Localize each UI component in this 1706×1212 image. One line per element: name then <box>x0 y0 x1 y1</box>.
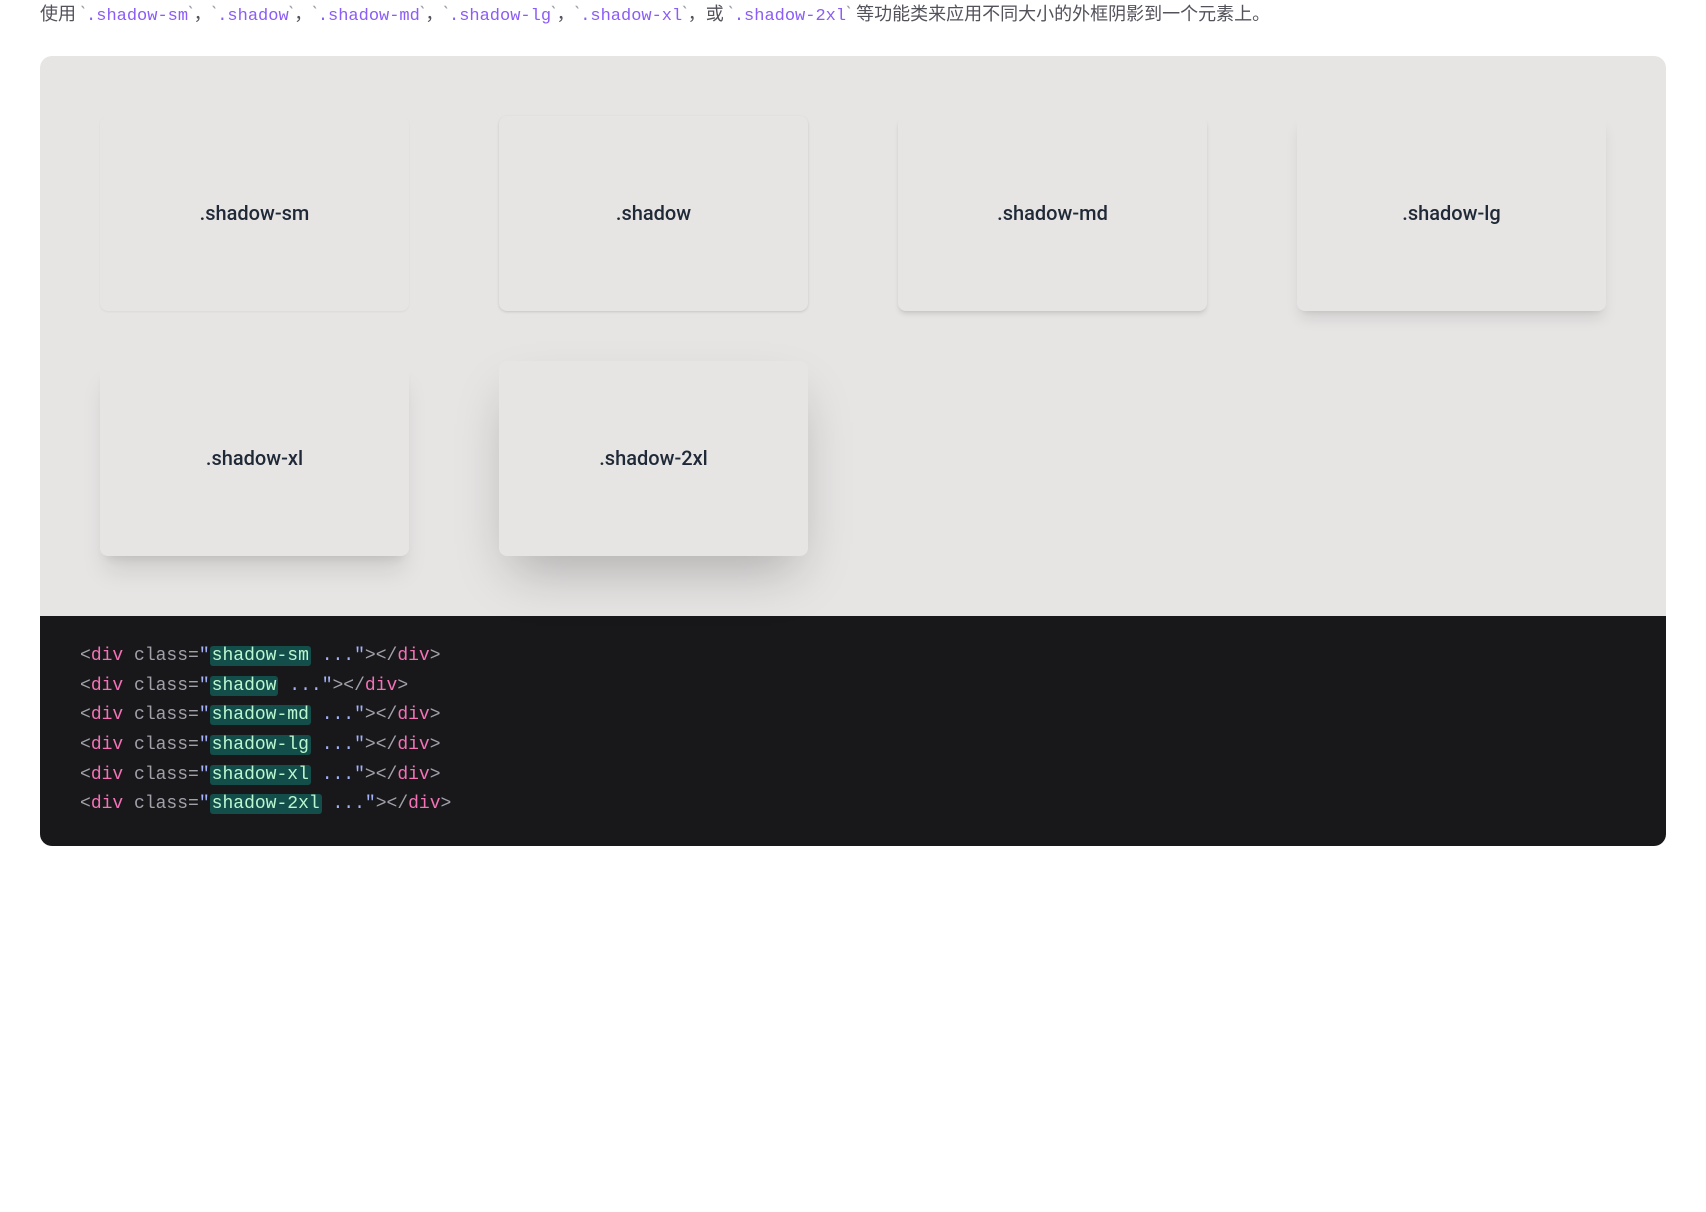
card-shadow-md: .shadow-md <box>898 116 1207 311</box>
card-label: .shadow-xl <box>206 441 303 475</box>
card-label: .shadow <box>616 196 691 230</box>
code-line: <div class="shadow-sm ..."></div> <box>80 642 1626 672</box>
card-shadow: .shadow <box>499 116 808 311</box>
card-shadow-sm: .shadow-sm <box>100 116 409 311</box>
code-line: <div class="shadow ..."></div> <box>80 672 1626 702</box>
intro-code-3: .shadow-lg <box>449 7 551 26</box>
code-line: <div class="shadow-lg ..."></div> <box>80 731 1626 761</box>
code-highlight: shadow <box>210 676 279 696</box>
intro-paragraph: 使用 `.shadow-sm`，`.shadow`，`.shadow-md`，`… <box>40 0 1666 32</box>
shadow-grid: .shadow-sm .shadow .shadow-md .shadow-lg… <box>100 116 1606 556</box>
code-panel: <div class="shadow-sm ..."></div><div cl… <box>40 616 1666 846</box>
intro-code-2: .shadow-md <box>318 7 420 26</box>
example-panel: .shadow-sm .shadow .shadow-md .shadow-lg… <box>40 56 1666 616</box>
intro-code-4: .shadow-xl <box>580 7 682 26</box>
intro-code-1: .shadow <box>217 7 288 26</box>
code-highlight: shadow-md <box>210 705 311 725</box>
code-highlight: shadow-2xl <box>210 794 322 814</box>
code-highlight: shadow-sm <box>210 646 311 666</box>
code-line: <div class="shadow-xl ..."></div> <box>80 761 1626 791</box>
card-shadow-2xl: .shadow-2xl <box>499 361 808 556</box>
code-highlight: shadow-xl <box>210 765 311 785</box>
intro-prefix: 使用 <box>40 4 80 25</box>
card-shadow-xl: .shadow-xl <box>100 361 409 556</box>
card-label: .shadow-lg <box>1402 196 1500 230</box>
card-label: .shadow-sm <box>200 196 310 230</box>
intro-code-5: .shadow-2xl <box>734 7 846 26</box>
card-label: .shadow-2xl <box>599 441 708 475</box>
code-line: <div class="shadow-md ..."></div> <box>80 701 1626 731</box>
intro-code-0: .shadow-sm <box>86 7 188 26</box>
code-highlight: shadow-lg <box>210 735 311 755</box>
code-line: <div class="shadow-2xl ..."></div> <box>80 790 1626 820</box>
card-shadow-lg: .shadow-lg <box>1297 116 1606 311</box>
intro-suffix: 等功能类来应用不同大小的外框阴影到一个元素上。 <box>852 4 1270 25</box>
card-label: .shadow-md <box>997 196 1108 230</box>
